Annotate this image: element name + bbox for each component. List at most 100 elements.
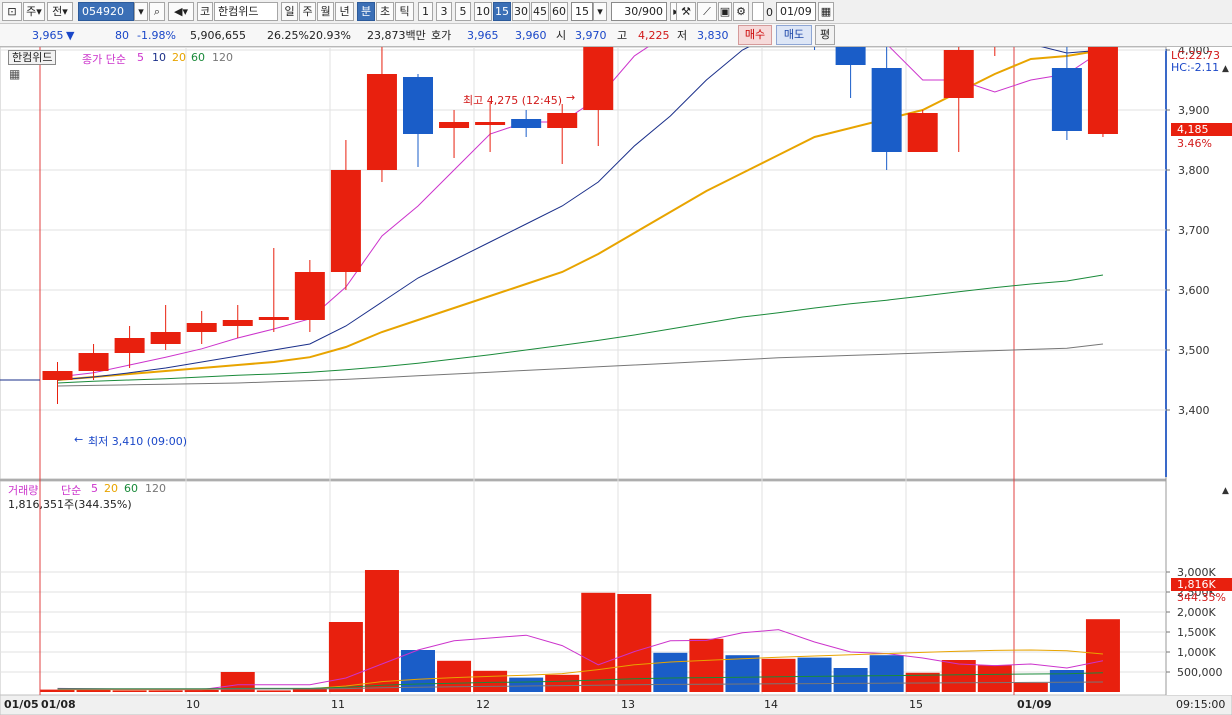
count-field[interactable]: 30/900 — [611, 2, 667, 21]
candle-body — [475, 122, 506, 125]
calendar-icon[interactable]: ▦ — [818, 2, 834, 21]
high-price: 4,225 — [638, 29, 670, 42]
volume-bar — [364, 570, 399, 692]
stock-code-input[interactable]: 054920 — [78, 2, 134, 21]
candle-body — [114, 338, 145, 353]
interval-dropdown-icon[interactable]: ▾ — [593, 2, 607, 21]
volume-bar — [328, 622, 363, 692]
minute-30-button[interactable]: 30 — [512, 2, 530, 21]
current-price: 3,965 — [32, 29, 64, 42]
volume-bar — [761, 658, 796, 692]
save-icon[interactable]: ▣ — [718, 2, 732, 21]
volume-bar — [148, 690, 183, 692]
zero-checkbox[interactable] — [752, 2, 764, 21]
minute-1-button[interactable]: 1 — [418, 2, 433, 21]
low-label: 저 — [677, 29, 688, 42]
speaker-icon[interactable]: ◀▾ — [168, 2, 194, 21]
code-dropdown-icon[interactable]: ▾ — [134, 2, 148, 21]
prev-label: 전 — [52, 5, 63, 18]
stock-name-field: 한컴위드 — [214, 2, 278, 21]
candle-body — [222, 320, 253, 326]
interval-input[interactable]: 15 — [571, 2, 593, 21]
minute-10-button[interactable]: 10 — [474, 2, 492, 21]
minute-5-button[interactable]: 5 — [455, 2, 471, 21]
stock-type-label: 주 — [26, 5, 37, 18]
candle-body — [1051, 68, 1082, 131]
market-label[interactable]: 코 — [197, 2, 213, 21]
chart-tools-icon[interactable]: ⚒ — [676, 2, 696, 21]
volume-tick-label: 1,000K — [1177, 646, 1216, 659]
change-percent: -1.98% — [137, 29, 176, 42]
candle-body — [186, 323, 217, 332]
price-tick-label: 3,500 — [1178, 344, 1210, 357]
layout-icon[interactable]: ⊡ — [2, 2, 22, 21]
change-amount: 80 — [115, 29, 129, 42]
stock-type-dropdown[interactable]: 주▾ — [23, 2, 45, 21]
draw-line-icon[interactable]: ⟋ — [697, 2, 717, 21]
volume-bar — [184, 690, 219, 692]
price-tick-label: 3,400 — [1178, 404, 1210, 417]
volume-bar — [617, 594, 652, 692]
candle-body — [511, 119, 542, 128]
candle-body — [907, 113, 938, 152]
volume-bar — [869, 655, 904, 692]
volume-bar — [545, 674, 580, 692]
volume-bar — [653, 652, 688, 692]
price-volume-chart[interactable]: 3,4003,5003,6003,7003,8003,9004,0004,100… — [0, 47, 1232, 715]
period-year-button[interactable]: 년 — [335, 2, 354, 21]
volume-bar — [509, 677, 544, 692]
settings-icon[interactable]: ⚙ — [733, 2, 749, 21]
price-tick-label: 3,700 — [1178, 224, 1210, 237]
volume-bar — [473, 670, 508, 692]
volume-bar — [977, 665, 1012, 692]
price-tick-label: 3,900 — [1178, 104, 1210, 117]
candle-body — [366, 74, 397, 170]
period-month-button[interactable]: 월 — [317, 2, 334, 21]
volume-tick-label: 1,500K — [1177, 626, 1216, 639]
high-label: 고 — [617, 29, 628, 42]
minute-45-button[interactable]: 45 — [531, 2, 549, 21]
price-panel-collapse-icon[interactable]: ▲ — [1222, 64, 1229, 74]
flat-button[interactable]: 평 — [815, 25, 835, 45]
volume-bar — [797, 657, 832, 692]
candle-body — [42, 371, 73, 380]
volume-bar — [1013, 682, 1048, 692]
sell-button[interactable]: 매도 — [776, 25, 812, 45]
turnover-percent: 26.25% — [267, 29, 309, 42]
main-toolbar: ⊡ 주▾ 전▾ 054920 ▾ ⌕ ◀▾ 코 한컴위드 일 주 월 년 분 초… — [0, 0, 1232, 24]
candle-body — [403, 77, 433, 134]
price-scroll-indicator[interactable] — [1165, 49, 1167, 477]
candle-body — [835, 47, 866, 65]
zero-label: 0 — [766, 6, 773, 19]
volume-panel-collapse-icon[interactable]: ▲ — [1222, 486, 1229, 496]
period-week-button[interactable]: 주 — [299, 2, 316, 21]
volume-tick-label: 2,500K — [1177, 586, 1216, 599]
chart-background — [0, 47, 1232, 715]
trade-amount: 23,873백만 — [367, 29, 426, 42]
volume-bar — [401, 650, 435, 692]
volume-bar — [1085, 619, 1120, 692]
buy-button[interactable]: 매수 — [738, 25, 772, 45]
minute-60-button[interactable]: 60 — [550, 2, 568, 21]
x-axis-bar — [0, 694, 1232, 715]
change-arrow: ▼ — [66, 29, 75, 42]
period-second-button[interactable]: 초 — [376, 2, 394, 21]
quote-bar: 3,965 ▼ 80 -1.98% 5,906,655 26.25% 20.93… — [0, 24, 1232, 47]
minute-3-button[interactable]: 3 — [436, 2, 452, 21]
search-icon[interactable]: ⌕ — [149, 2, 165, 21]
bid-label: 호가 — [431, 29, 452, 42]
candle-body — [547, 113, 578, 128]
prev-button[interactable]: 전▾ — [47, 2, 73, 21]
bid-price: 3,960 — [515, 29, 547, 42]
candle-body — [294, 272, 325, 320]
volume-bar — [256, 690, 291, 692]
volume-bar — [581, 592, 616, 692]
period-tick-button[interactable]: 틱 — [395, 2, 414, 21]
period-minute-button[interactable]: 분 — [357, 2, 375, 21]
volume-bar — [725, 655, 760, 692]
volume-bar — [833, 668, 868, 692]
period-day-button[interactable]: 일 — [281, 2, 298, 21]
minute-15-button[interactable]: 15 — [493, 2, 511, 21]
date-input[interactable]: 01/09 — [776, 2, 816, 21]
candle-body — [871, 68, 902, 152]
